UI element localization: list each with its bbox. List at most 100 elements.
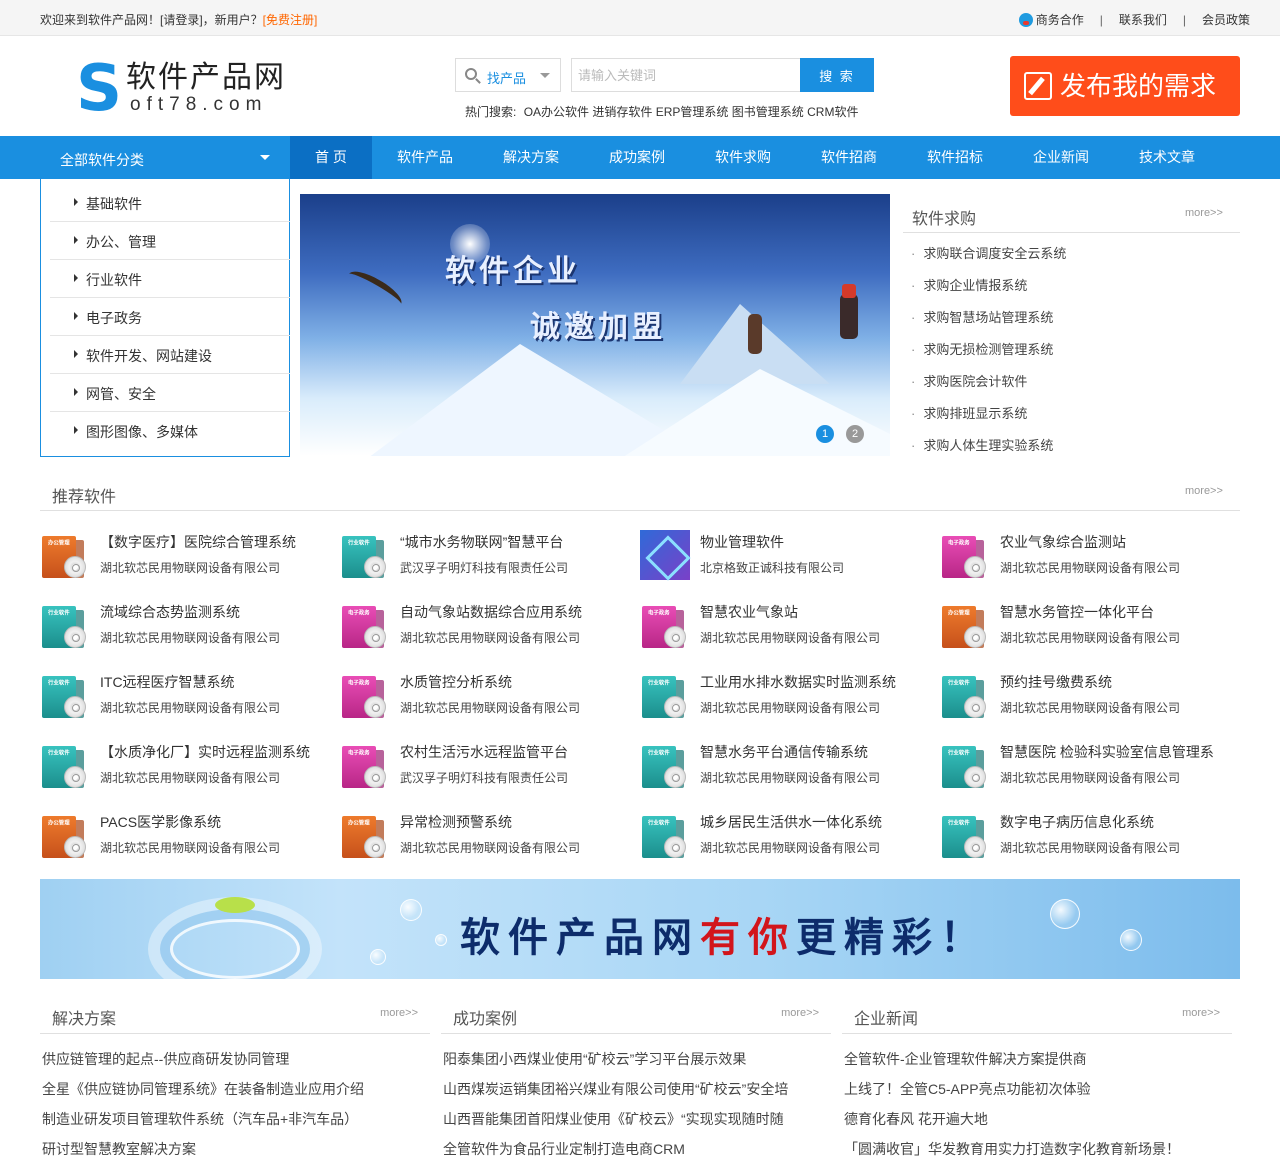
category-item[interactable]: 网管、安全 — [50, 374, 290, 412]
column-item[interactable]: 研讨型智慧教室解决方案 — [42, 1139, 196, 1159]
category-item[interactable]: 软件开发、网站建设 — [50, 336, 290, 374]
column-item[interactable]: 阳泰集团小西煤业使用“矿校云”学习平台展示效果 — [443, 1049, 746, 1069]
hero-banner[interactable]: 软件企业 诚邀加盟 1 2 — [300, 194, 890, 456]
product-box-icon: 行业软件 — [40, 600, 88, 650]
column-item[interactable]: 制造业研发项目管理软件系统（汽车品+非汽车品） — [42, 1109, 358, 1129]
product-item[interactable]: 电子政务 农业气象综合监测站 湖北软芯民用物联网设备有限公司 — [940, 530, 1230, 586]
column-item[interactable]: 德育化春风 花开遍大地 — [844, 1109, 988, 1129]
demand-item[interactable]: 求购智慧场站管理系统 — [911, 307, 1053, 326]
product-item[interactable]: 办公管理 异常检测预警系统 湖北软芯民用物联网设备有限公司 — [340, 810, 630, 866]
ad-slogan-highlight: 有你 — [700, 914, 796, 961]
product-item[interactable]: 行业软件 城乡居民生活供水一体化系统 湖北软芯民用物联网设备有限公司 — [640, 810, 930, 866]
category-item[interactable]: 办公、管理 — [50, 222, 290, 260]
slide-dot-2[interactable]: 2 — [846, 425, 864, 443]
ad-leaf-graphic — [215, 897, 255, 913]
product-item[interactable]: 办公管理 智慧水务管控一体化平台 湖北软芯民用物联网设备有限公司 — [940, 600, 1230, 656]
nav-solutions[interactable]: 解决方案 — [486, 136, 576, 179]
nav-home[interactable]: 首 页 — [290, 136, 372, 179]
product-item[interactable]: 行业软件 智慧水务平台通信传输系统 湖北软芯民用物联网设备有限公司 — [640, 740, 930, 796]
column-item[interactable]: 供应链管理的起点--供应商研发协同管理 — [42, 1049, 289, 1069]
column-item[interactable]: 山西晋能集团首阳煤业使用《矿校云》“实现实现随时随 — [443, 1109, 784, 1129]
product-item[interactable]: 行业软件 流域综合态势监测系统湖北软芯民用物联网设备有限公司 — [40, 600, 330, 656]
column-item[interactable]: 「圆满收官」华发教育用实力打造数字化教育新场景！ — [844, 1139, 1180, 1159]
product-item[interactable]: 行业软件 工业用水排水数据实时监测系统 湖北软芯民用物联网设备有限公司 — [640, 670, 930, 726]
category-item[interactable]: 基础软件 — [50, 184, 290, 222]
divider — [903, 232, 1240, 233]
product-item[interactable]: 电子政务 农村生活污水远程监管平台 武汉孚子明灯科技有限责任公司 — [340, 740, 630, 796]
hot-search-link[interactable]: ERP管理系统 — [656, 105, 729, 119]
category-label: 行业软件 — [86, 272, 142, 288]
nav-success-cases[interactable]: 成功案例 — [592, 136, 682, 179]
search-type-select[interactable]: 找产品 — [455, 58, 561, 92]
product-category-tag: 办公管理 — [48, 820, 70, 827]
category-item[interactable]: 电子政务 — [50, 298, 290, 336]
demand-item[interactable]: 求购人体生理实验系统 — [911, 435, 1053, 454]
publish-demand-button[interactable]: 发布我的需求 — [1010, 56, 1240, 116]
all-categories-button[interactable]: 全部软件分类 — [40, 136, 290, 179]
product-box-icon: 行业软件 — [340, 530, 388, 580]
contact-link[interactable]: 联系我们 — [1119, 11, 1167, 28]
category-item[interactable]: 行业软件 — [50, 260, 290, 298]
column-item[interactable]: 上线了！全管C5-APP亮点功能初次体验 — [844, 1079, 1091, 1099]
product-company: 湖北软芯民用物联网设备有限公司 — [700, 631, 881, 645]
recommend-more-link[interactable]: more>> — [1185, 485, 1223, 497]
product-item[interactable]: 电子政务 自动气象站数据综合应用系统 湖北软芯民用物联网设备有限公司 — [340, 600, 630, 656]
nav-company-news[interactable]: 企业新闻 — [1016, 136, 1106, 179]
product-item[interactable]: 行业软件 “城市水务物联网”智慧平台 武汉孚子明灯科技有限责任公司 — [340, 530, 630, 586]
column-more-link[interactable]: more>> — [380, 1007, 418, 1019]
product-item[interactable]: 行业软件 【水质净化厂】实时远程监测系统 湖北软芯民用物联网设备有限公司 — [40, 740, 330, 796]
product-company: 湖北软芯民用物联网设备有限公司 — [100, 631, 281, 645]
product-item[interactable]: 行业软件 智慧医院 检验科实验室信息管理系 湖北软芯民用物联网设备有限公司 — [940, 740, 1230, 796]
nav-software-products[interactable]: 软件产品 — [380, 136, 470, 179]
search-button[interactable]: 搜 索 — [800, 58, 874, 92]
product-item[interactable]: 行业软件 数字电子病历信息化系统 湖北软芯民用物联网设备有限公司 — [940, 810, 1230, 866]
category-item[interactable]: 图形图像、多媒体 — [50, 412, 290, 450]
column-more-link[interactable]: more>> — [1182, 1007, 1220, 1019]
demand-item[interactable]: 求购医院会计软件 — [911, 371, 1027, 390]
column-item[interactable]: 全管软件-企业管理软件解决方案提供商 — [844, 1049, 1087, 1069]
product-item[interactable]: 办公管理 PACS医学影像系统 湖北软芯民用物联网设备有限公司 — [40, 810, 330, 866]
product-item[interactable]: 行业软件 ITC远程医疗智慧系统 湖北软芯民用物联网设备有限公司 — [40, 670, 330, 726]
product-item[interactable]: 电子政务 智慧农业气象站 湖北软芯民用物联网设备有限公司 — [640, 600, 930, 656]
ad-banner[interactable]: 软件产品网有你更精彩！ — [40, 879, 1240, 979]
business-link[interactable]: 商务合作 — [1036, 11, 1084, 28]
slide-dot-1[interactable]: 1 — [816, 425, 834, 443]
hot-search-link[interactable]: 进销存软件 — [592, 105, 652, 119]
nav-software-purchase[interactable]: 软件求购 — [698, 136, 788, 179]
product-item[interactable]: 行业软件 预约挂号缴费系统 湖北软芯民用物联网设备有限公司 — [940, 670, 1230, 726]
demand-item[interactable]: 求购无损检测管理系统 — [911, 339, 1053, 358]
hot-search-link[interactable]: CRM软件 — [807, 105, 858, 119]
disc-icon — [664, 836, 686, 858]
product-box-icon: 行业软件 — [940, 810, 988, 860]
column-item[interactable]: 全星《供应链协同管理系统》在装备制造业应用介绍 — [42, 1079, 364, 1099]
product-item[interactable]: 电子政务 水质管控分析系统 湖北软芯民用物联网设备有限公司 — [340, 670, 630, 726]
site-logo[interactable]: S 软件产品网 oft78.com — [76, 57, 296, 121]
nav-software-investment[interactable]: 软件招商 — [804, 136, 894, 179]
product-item[interactable]: 办公管理 【数字医疗】医院综合管理系统 湖北软芯民用物联网设备有限公司 — [40, 530, 330, 586]
disc-icon — [364, 836, 386, 858]
product-name: 流域综合态势监测系统 — [100, 604, 240, 620]
product-name: 预约挂号缴费系统 — [1000, 674, 1112, 690]
caret-right-icon — [74, 198, 78, 206]
product-item[interactable]: 物业管理软件 北京格致正诚科技有限公司 — [640, 530, 930, 586]
nav-software-tender[interactable]: 软件招标 — [910, 136, 1000, 179]
demand-more-link[interactable]: more>> — [1185, 207, 1223, 219]
nav-tech-articles[interactable]: 技术文章 — [1122, 136, 1212, 179]
product-box-front — [640, 530, 690, 580]
search-input[interactable] — [571, 58, 800, 92]
hot-search-link[interactable]: OA办公软件 — [524, 105, 589, 119]
column-item[interactable]: 全管软件为食品行业定制打造电商CRM — [443, 1139, 685, 1159]
demand-item[interactable]: 求购排班显示系统 — [911, 403, 1027, 422]
column-item[interactable]: 山西煤炭运销集团裕兴煤业有限公司使用“矿校云”安全培 — [443, 1079, 788, 1099]
register-link[interactable]: [免费注册] — [263, 13, 318, 27]
hot-search-link[interactable]: 图书管理系统 — [732, 105, 804, 119]
demand-item[interactable]: 求购联合调度安全云系统 — [911, 243, 1066, 262]
product-company: 湖北软芯民用物联网设备有限公司 — [100, 771, 281, 785]
product-name: 自动气象站数据综合应用系统 — [400, 604, 582, 620]
product-name: 智慧水务平台通信传输系统 — [700, 744, 868, 760]
member-policy-link[interactable]: 会员政策 — [1202, 11, 1250, 28]
hot-search: 热门搜索: OA办公软件 进销存软件 ERP管理系统 图书管理系统 CRM软件 — [465, 103, 858, 120]
column-more-link[interactable]: more>> — [781, 1007, 819, 1019]
demand-item[interactable]: 求购企业情报系统 — [911, 275, 1027, 294]
product-box-icon: 办公管理 — [40, 530, 88, 580]
